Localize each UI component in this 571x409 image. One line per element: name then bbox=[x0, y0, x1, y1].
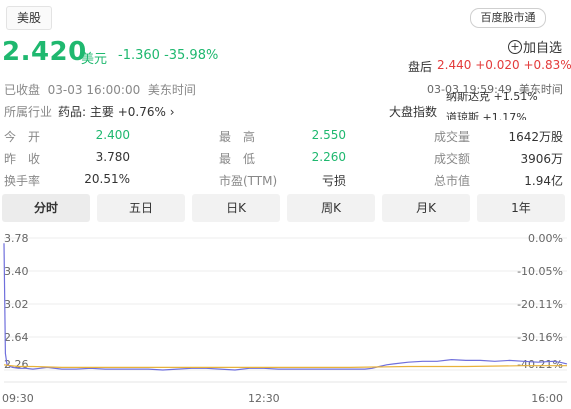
y-left-tick: 3.78 bbox=[4, 232, 29, 245]
y-left-tick: 3.02 bbox=[4, 298, 29, 311]
tab-weekly-k[interactable]: 周K bbox=[287, 194, 375, 222]
industry-percent: +0.76% bbox=[117, 105, 166, 119]
stat-value: 3906万 bbox=[520, 152, 563, 166]
stat-value: 1642万股 bbox=[508, 130, 563, 144]
add-watchlist-icon[interactable]: + bbox=[508, 40, 522, 54]
stat-label: 总市值 bbox=[434, 174, 471, 188]
stat-value: 2.260 bbox=[311, 150, 346, 164]
stat-value: 2.550 bbox=[311, 128, 346, 142]
tab-monthly-k[interactable]: 月K bbox=[382, 194, 470, 222]
stat-label: 成交额 bbox=[434, 152, 471, 166]
index-item[interactable]: 道琼斯 +1.17% bbox=[446, 109, 527, 120]
x-tick: 12:30 bbox=[248, 392, 280, 405]
stat-label: 昨 收 bbox=[4, 152, 41, 166]
industry-leader: 主要 bbox=[89, 105, 114, 119]
change-percent: -35.98% bbox=[164, 48, 219, 63]
y-left-tick: 3.40 bbox=[4, 265, 29, 278]
y-right-tick: -20.11% bbox=[517, 298, 563, 311]
tab-one-year[interactable]: 1年 bbox=[477, 194, 565, 222]
industry-link[interactable]: 药品: 主要 +0.76% › bbox=[58, 103, 175, 120]
y-left-tick: 2.64 bbox=[4, 331, 29, 344]
baidu-market-link[interactable]: 百度股市通 bbox=[470, 8, 546, 28]
add-watchlist-button[interactable]: 加自选 bbox=[523, 37, 562, 56]
indices-ticker[interactable]: 纳斯达克 +1.51% 道琼斯 +1.17% bbox=[446, 92, 571, 120]
after-hours-percent: +0.83% bbox=[523, 58, 571, 72]
market-status: 已收盘 03-03 16:00:00 美东时间 bbox=[4, 81, 196, 98]
stat-value: 20.51% bbox=[84, 172, 130, 186]
stat-value: 3.780 bbox=[95, 150, 130, 164]
x-tick: 16:00 bbox=[531, 392, 563, 405]
stat-value: 亏损 bbox=[321, 174, 346, 188]
indices-label: 大盘指数 bbox=[389, 105, 438, 119]
status-text: 已收盘 bbox=[4, 83, 41, 97]
chevron-right-icon: › bbox=[169, 105, 175, 119]
period-tabs: 分时 五日 日K 周K 月K 1年 bbox=[2, 194, 567, 224]
stat-label: 换手率 bbox=[4, 174, 41, 188]
after-hours-label: 盘后 bbox=[408, 60, 433, 74]
stat-value: 1.94亿 bbox=[524, 174, 563, 188]
stat-label: 成交量 bbox=[434, 130, 471, 144]
price-line bbox=[3, 243, 568, 371]
stat-label: 今 开 bbox=[4, 130, 41, 144]
x-tick: 09:30 bbox=[2, 392, 34, 405]
intraday-chart[interactable]: 3.78 0.00% 3.40 -10.05% 3.02 -20.11% 2.64 -30.1… bbox=[0, 228, 571, 409]
y-right-tick: -40.21% bbox=[517, 358, 563, 371]
stat-value: 2.400 bbox=[95, 128, 130, 142]
after-hours-price: 2.440 bbox=[437, 58, 472, 72]
close-time: 03-03 16:00:00 bbox=[47, 83, 141, 97]
industry-label: 所属行业 bbox=[4, 105, 53, 119]
y-right-tick: -10.05% bbox=[517, 265, 563, 278]
y-right-tick: 0.00% bbox=[528, 232, 563, 245]
current-price: 2.420 bbox=[2, 37, 87, 67]
close-timezone: 美东时间 bbox=[147, 83, 196, 97]
industry-name: 药品: bbox=[58, 105, 87, 119]
tab-five-day[interactable]: 五日 bbox=[97, 194, 185, 222]
index-item[interactable]: 纳斯达克 +1.51% bbox=[446, 92, 538, 104]
stat-label: 最 低 bbox=[219, 152, 256, 166]
stat-label: 最 高 bbox=[219, 130, 256, 144]
market-tag[interactable]: 美股 bbox=[6, 6, 52, 30]
y-right-tick: -30.16% bbox=[517, 331, 563, 344]
change-amount: -1.360 bbox=[118, 48, 160, 63]
after-hours-values: 2.440 +0.020 +0.83% bbox=[437, 58, 571, 72]
after-hours-change: +0.020 bbox=[475, 58, 520, 72]
average-price-line bbox=[3, 364, 567, 368]
currency-unit: 美元 bbox=[81, 52, 108, 67]
tab-intraday[interactable]: 分时 bbox=[2, 194, 90, 222]
price-change: -1.360 -35.98% bbox=[118, 48, 218, 63]
tab-daily-k[interactable]: 日K bbox=[192, 194, 280, 222]
